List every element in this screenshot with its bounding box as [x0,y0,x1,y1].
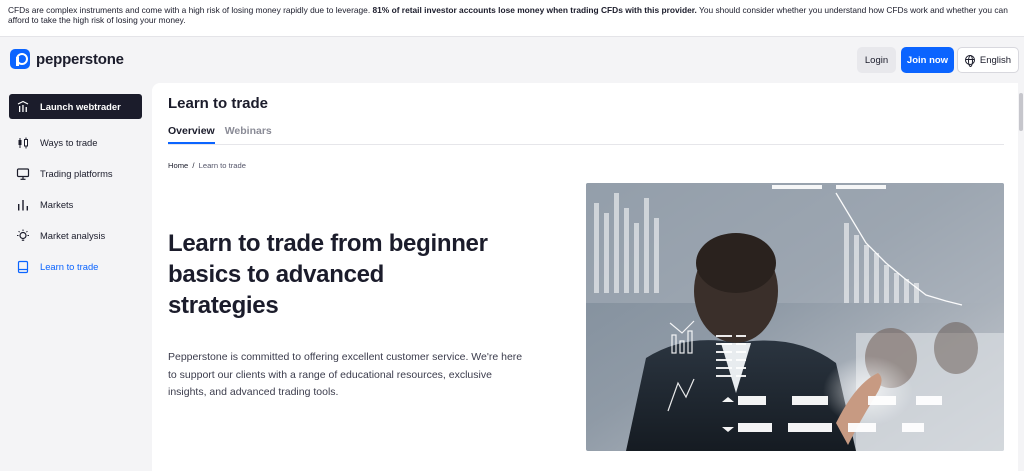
main-content: Learn to trade Overview Webinars Home / … [152,83,1018,471]
page-title: Learn to trade [168,95,269,112]
sidebar-item-label: Launch webtrader [40,101,121,112]
breadcrumb-home-link[interactable]: Home [168,161,188,170]
hero-image-trader-with-charts [586,183,1004,451]
risk-warning-text: CFDs are complex instruments and come wi… [8,5,373,15]
sidebar-nav: Launch webtrader Ways to trade Trading p… [0,83,152,471]
breadcrumb-separator: / [192,161,195,170]
sidebar-item-market-analysis[interactable]: Market analysis [9,223,142,248]
join-now-button[interactable]: Join now [901,47,954,73]
risk-warning-bold-text: 81% of retail investor accounts lose mon… [372,5,697,15]
tab-overview[interactable]: Overview [168,125,215,144]
sidebar-item-label: Markets [40,199,74,210]
sidebar-item-trading-platforms[interactable]: Trading platforms [9,161,142,186]
pepperstone-logo[interactable]: pepperstone [10,49,124,69]
monitor-icon [16,167,30,181]
page-scrollbar-thumb[interactable] [1019,93,1023,131]
sidebar-item-label: Learn to trade [40,261,99,272]
globe-icon [964,55,975,67]
login-button[interactable]: Login [857,47,896,73]
bar-chart-icon [16,198,30,212]
tabs-divider [168,144,1004,145]
candlestick-icon [16,136,30,150]
breadcrumb-current: Learn to trade [198,161,246,170]
sidebar-item-label: Trading platforms [40,168,113,179]
hero-description: Pepperstone is committed to offering exc… [168,351,523,398]
sidebar-item-ways-to-trade[interactable]: Ways to trade [9,130,142,155]
language-label: English [979,54,1012,66]
pepperstone-logo-icon [10,49,30,69]
lightbulb-icon [16,229,30,243]
logo-text: pepperstone [36,50,124,68]
webtrader-icon [16,100,30,114]
risk-warning-banner: CFDs are complex instruments and come wi… [0,0,1024,37]
language-selector[interactable]: English [957,47,1019,73]
site-header: pepperstone Login Join now English [0,37,1024,83]
tab-webinars[interactable]: Webinars [225,125,272,144]
breadcrumb: Home / Learn to trade [168,161,246,170]
sidebar-item-learn-to-trade[interactable]: Learn to trade [9,254,142,279]
sidebar-item-label: Ways to trade [40,137,98,148]
hero-title: Learn to trade from beginner basics to a… [168,230,488,319]
sidebar-item-label: Market analysis [40,230,106,241]
tab-bar: Overview Webinars [168,125,272,144]
sidebar-item-launch-webtrader[interactable]: Launch webtrader [9,94,142,119]
sidebar-item-markets[interactable]: Markets [9,192,142,217]
book-icon [16,260,30,274]
page-scrollbar-track[interactable] [1018,83,1024,471]
